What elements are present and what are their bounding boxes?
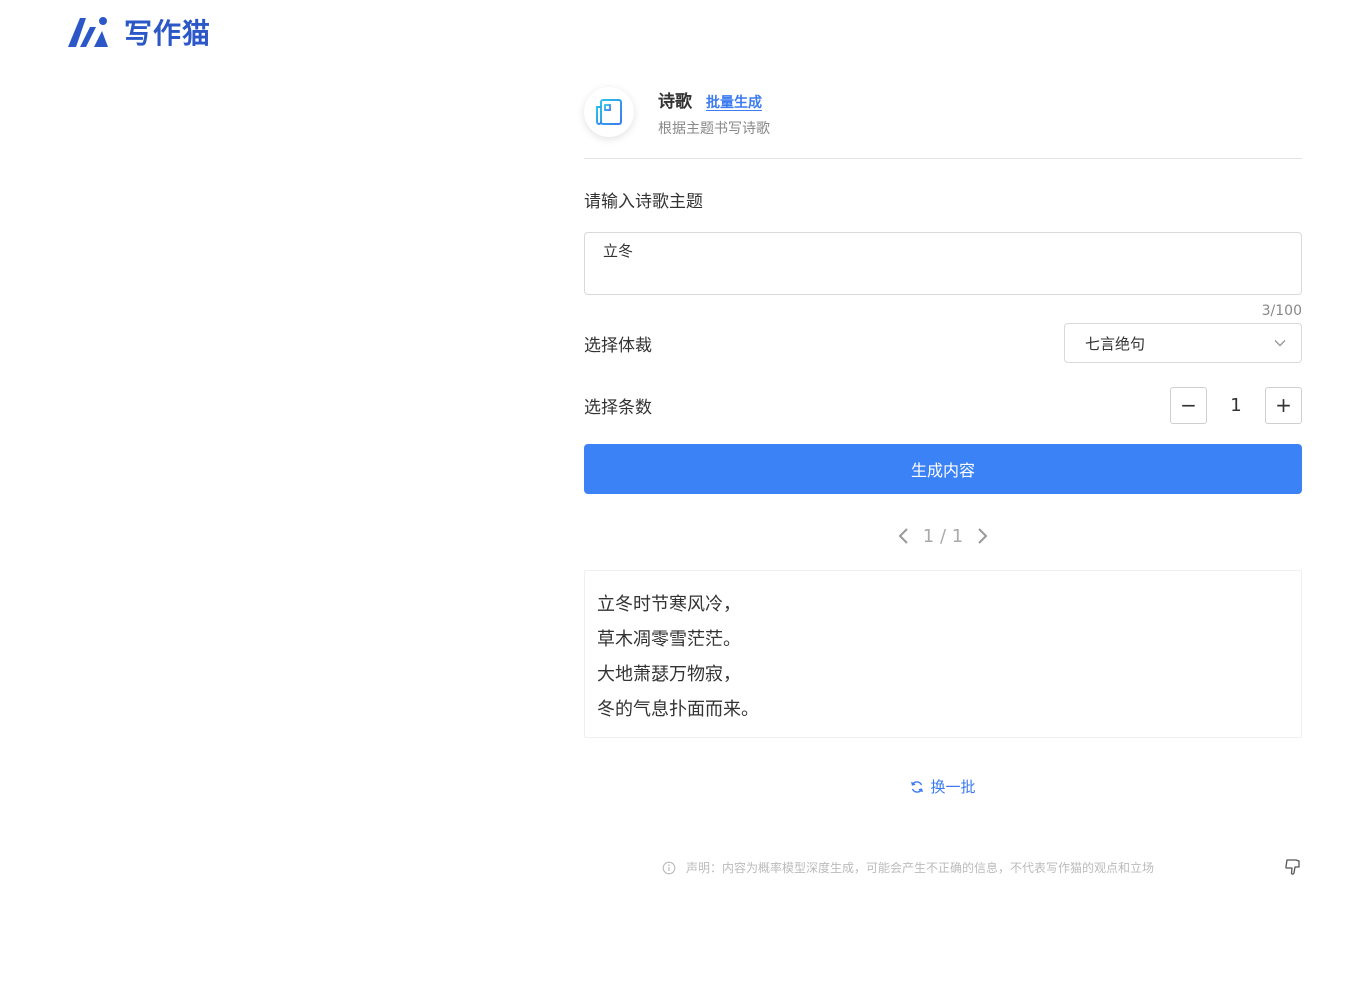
minus-icon: − — [1180, 393, 1197, 417]
result-pager: 1 / 1 — [584, 524, 1302, 548]
refresh-icon — [911, 780, 924, 793]
generator-panel: 诗歌 批量生成 根据主题书写诗歌 请输入诗歌主题 3/100 选择体裁 七言绝句… — [584, 84, 1302, 797]
char-counter: 3/100 — [1261, 303, 1302, 319]
chevron-left-icon[interactable] — [897, 526, 911, 546]
increment-button[interactable]: + — [1265, 386, 1302, 424]
topic-label: 请输入诗歌主题 — [584, 192, 703, 212]
disclaimer: 声明：内容为概率模型深度生成，可能会产生不正确的信息，不代表写作猫的观点和立场 — [662, 859, 1154, 876]
thumbs-down-icon[interactable] — [1284, 857, 1302, 877]
poem-line: 大地萧瑟万物寂， — [597, 664, 741, 685]
refresh-batch-button[interactable]: 换一批 — [584, 776, 1302, 797]
disclaimer-bar: 声明：内容为概率模型深度生成，可能会产生不正确的信息，不代表写作猫的观点和立场 — [584, 857, 1302, 879]
topic-input[interactable] — [603, 241, 1283, 260]
count-label: 选择条数 — [584, 397, 652, 418]
info-icon — [662, 861, 676, 874]
genre-select-value: 七言绝句 — [1085, 334, 1146, 353]
result-card: 立冬时节寒风冷， 草木凋零雪茫茫。 大地萧瑟万物寂， 冬的气息扑面而来。 — [584, 570, 1302, 738]
count-row: 选择条数 − 1 + — [584, 386, 1302, 424]
poem-line: 立冬时节寒风冷， — [597, 594, 741, 615]
quantity-stepper: − 1 + — [1170, 386, 1302, 424]
refresh-label: 换一批 — [930, 778, 976, 796]
header-divider — [584, 158, 1302, 159]
decrement-button[interactable]: − — [1170, 386, 1207, 424]
pager-indicator: 1 / 1 — [922, 525, 964, 547]
newspaper-icon — [596, 99, 622, 125]
topic-field[interactable] — [584, 232, 1302, 295]
poem-line: 冬的气息扑面而来。 — [597, 699, 759, 720]
poem-line: 草木凋零雪茫茫。 — [597, 629, 741, 650]
batch-generate-link[interactable]: 批量生成 — [706, 92, 762, 112]
logo-mark-icon — [68, 17, 108, 47]
generate-button[interactable]: 生成内容 — [584, 444, 1302, 494]
disclaimer-text: 声明：内容为概率模型深度生成，可能会产生不正确的信息，不代表写作猫的观点和立场 — [686, 861, 1155, 875]
plus-icon: + — [1275, 393, 1292, 417]
genre-select[interactable]: 七言绝句 — [1064, 323, 1302, 363]
brand-name: 写作猫 — [124, 17, 212, 50]
tool-title: 诗歌 — [658, 91, 692, 112]
brand-logo[interactable]: 写作猫 — [66, 12, 211, 52]
tool-meta: 诗歌 批量生成 根据主题书写诗歌 — [658, 87, 770, 138]
tool-icon-badge — [584, 87, 634, 137]
chevron-down-icon — [1274, 340, 1286, 347]
genre-row: 选择体裁 七言绝句 — [584, 323, 1302, 363]
tool-header: 诗歌 批量生成 根据主题书写诗歌 — [584, 84, 1302, 140]
tool-title-row: 诗歌 批量生成 — [658, 87, 770, 112]
genre-label: 选择体裁 — [584, 335, 652, 356]
count-value: 1 — [1230, 394, 1242, 416]
chevron-right-icon[interactable] — [975, 526, 989, 546]
tool-description: 根据主题书写诗歌 — [658, 120, 770, 137]
